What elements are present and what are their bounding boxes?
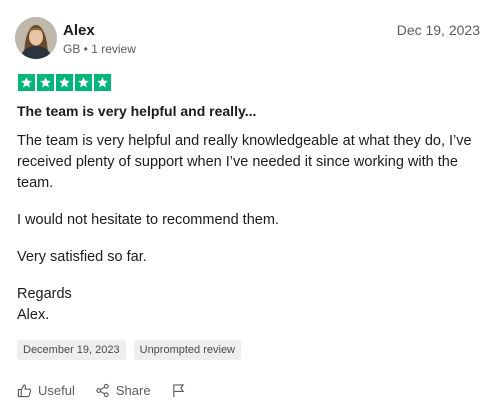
reviewer-name[interactable]: Alex (63, 22, 95, 39)
review-actions: Useful Share (17, 383, 186, 398)
useful-button[interactable]: Useful (17, 383, 75, 398)
experience-date-badge: December 19, 2023 (17, 340, 126, 360)
review-card: Alex GB • 1 review Dec 19, 2023 The team… (0, 0, 500, 416)
star-icon (75, 74, 92, 91)
unprompted-review-badge[interactable]: Unprompted review (133, 340, 241, 360)
review-badges: December 19, 2023 Unprompted review (17, 340, 241, 360)
review-title[interactable]: The team is very helpful and really... (17, 103, 256, 119)
avatar-image (15, 17, 57, 59)
review-paragraph-1: The team is very helpful and really know… (17, 133, 472, 191)
report-button[interactable] (171, 383, 186, 398)
review-body: The team is very helpful and really know… (17, 131, 487, 342)
star-icon (94, 74, 111, 91)
review-paragraph-3: Very satisfied so far. (17, 249, 147, 265)
star-icon (18, 74, 35, 91)
share-label: Share (115, 383, 151, 398)
reviewer-meta: GB • 1 review (63, 42, 136, 56)
share-button[interactable]: Share (95, 383, 151, 398)
share-icon (95, 383, 110, 398)
review-paragraph-4: Regards Alex. (17, 286, 72, 323)
star-icon (37, 74, 54, 91)
review-date: Dec 19, 2023 (396, 22, 480, 38)
star-rating (18, 74, 111, 91)
flag-icon (171, 383, 186, 398)
avatar[interactable] (15, 17, 57, 59)
useful-label: Useful (38, 383, 75, 398)
star-icon (56, 74, 73, 91)
thumbs-up-icon (17, 383, 32, 398)
review-paragraph-2: I would not hesitate to recommend them. (17, 212, 279, 228)
